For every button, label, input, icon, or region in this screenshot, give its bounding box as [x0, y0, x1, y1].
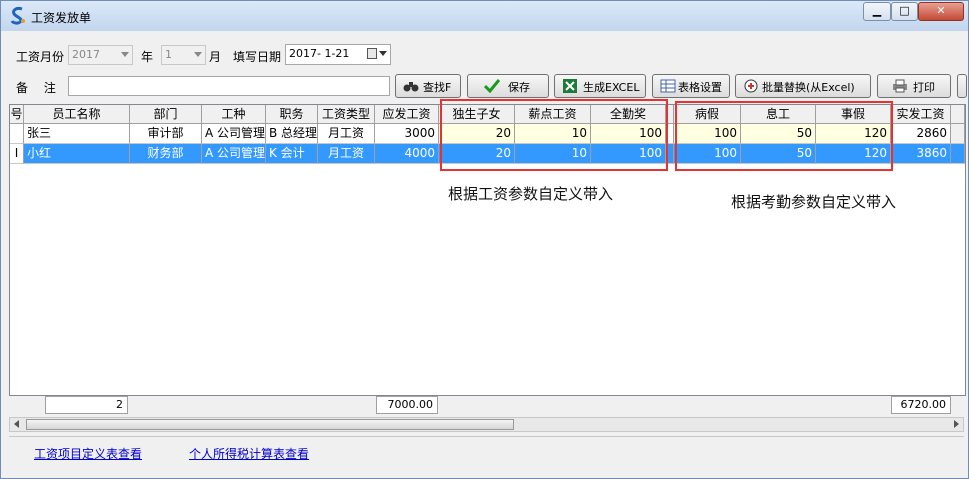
cell-actual[interactable]: 3860 [891, 144, 951, 164]
cell-actual[interactable]: 2860 [891, 124, 951, 144]
due-salary-total: 7000.00 [376, 396, 438, 414]
binoculars-icon [403, 82, 419, 92]
replace-icon [744, 79, 758, 93]
salary-params-annotation: 根据工资参数自定义带入 [448, 185, 614, 203]
year-label: 年 [141, 50, 154, 64]
col-header-extra [951, 105, 965, 124]
col-header-due[interactable]: 应发工资 [375, 105, 439, 124]
actual-salary-total: 6720.00 [891, 396, 951, 414]
cell-name[interactable]: 张三 [24, 124, 130, 144]
remark-input[interactable] [68, 76, 390, 96]
calendar-icon [367, 48, 377, 59]
attendance-params-highlight [675, 101, 893, 171]
save-button-label: 保存 [508, 81, 530, 94]
col-header-name[interactable]: 员工名称 [24, 105, 130, 124]
app-logo-icon [10, 7, 25, 25]
salary-month-label: 工资月份 [16, 50, 65, 64]
minimize-button[interactable]: ▁ [863, 2, 891, 21]
table-grid-icon [660, 79, 676, 93]
fill-date-label: 填写日期 [233, 50, 282, 64]
chevron-down-icon [194, 52, 202, 57]
row-cursor-indicator[interactable]: I [10, 144, 24, 164]
fill-date-picker[interactable]: 2017- 1-21 [285, 44, 391, 65]
scroll-left-icon[interactable] [14, 420, 19, 428]
table-settings-button[interactable]: 表格设置 [652, 74, 730, 98]
batch-replace-button[interactable]: 批量替换(从Excel) [735, 74, 871, 98]
col-header-job[interactable]: 工种 [202, 105, 266, 124]
overflow-button[interactable] [957, 74, 967, 98]
col-header-actual[interactable]: 实发工资 [891, 105, 951, 124]
year-value: 2017 [72, 48, 100, 61]
cell-extra [951, 144, 965, 164]
remark-label: 备 注 [16, 81, 56, 95]
find-button-label: 查找F [423, 81, 452, 94]
chevron-down-icon [379, 51, 387, 56]
cell-due[interactable]: 3000 [375, 124, 439, 144]
print-label: 打印 [913, 81, 935, 94]
export-excel-button[interactable]: 生成EXCEL [554, 74, 646, 98]
table-settings-label: 表格设置 [678, 81, 722, 94]
cell-post[interactable]: K 会计 [266, 144, 318, 164]
title-bar: 工资发放单 ▁ □ ✕ [1, 1, 968, 31]
month-select[interactable]: 1 [161, 45, 206, 65]
tax-calc-link[interactable]: 个人所得税计算表查看 [189, 445, 309, 462]
maximize-icon: □ [899, 4, 910, 17]
chevron-down-icon [121, 52, 129, 57]
col-header-no[interactable]: 号 [10, 105, 24, 124]
scrollbar-thumb[interactable] [26, 419, 514, 430]
cell-dept[interactable]: 审计部 [130, 124, 202, 144]
footer-divider [9, 436, 964, 437]
cell-extra [951, 124, 965, 144]
cell-no[interactable] [10, 124, 24, 144]
scroll-right-icon[interactable] [954, 420, 959, 428]
salary-window: 工资发放单 ▁ □ ✕ 工资月份 2017 年 1 月 填写日期 2017- 1… [0, 0, 969, 479]
save-button[interactable]: 保存 [467, 74, 549, 98]
salary-params-highlight [440, 99, 668, 171]
cell-job[interactable]: A 公司管理 [202, 144, 266, 164]
row-count-total: 2 [45, 396, 128, 414]
excel-icon [563, 79, 577, 93]
maximize-button[interactable]: □ [891, 2, 918, 21]
cell-name[interactable]: 小红 [24, 144, 130, 164]
month-unit-label: 月 [209, 50, 222, 64]
col-header-type[interactable]: 工资类型 [318, 105, 375, 124]
printer-icon [893, 79, 907, 93]
fill-date-value: 2017- 1-21 [289, 47, 350, 60]
checkmark-icon [484, 79, 500, 93]
cell-type[interactable]: 月工资 [318, 144, 375, 164]
year-select[interactable]: 2017 [68, 45, 133, 65]
batch-replace-label: 批量替换(从Excel) [762, 81, 855, 94]
print-button[interactable]: 打印 [877, 74, 951, 98]
horizontal-scrollbar[interactable] [9, 417, 964, 432]
col-header-dept[interactable]: 部门 [130, 105, 202, 124]
attendance-params-annotation: 根据考勤参数自定义带入 [731, 193, 897, 211]
cell-job[interactable]: A 公司管理 [202, 124, 266, 144]
cell-due[interactable]: 4000 [375, 144, 439, 164]
salary-items-link[interactable]: 工资项目定义表查看 [34, 445, 142, 462]
col-header-post[interactable]: 职务 [266, 105, 318, 124]
close-icon: ✕ [936, 4, 946, 17]
close-button[interactable]: ✕ [918, 2, 964, 21]
minimize-icon: ▁ [872, 4, 882, 17]
find-button[interactable]: 查找F [395, 74, 461, 98]
cell-dept[interactable]: 财务部 [130, 144, 202, 164]
month-value: 1 [165, 48, 172, 61]
cell-post[interactable]: B 总经理 [266, 124, 318, 144]
cell-type[interactable]: 月工资 [318, 124, 375, 144]
export-excel-label: 生成EXCEL [583, 81, 640, 94]
window-title: 工资发放单 [31, 11, 92, 25]
